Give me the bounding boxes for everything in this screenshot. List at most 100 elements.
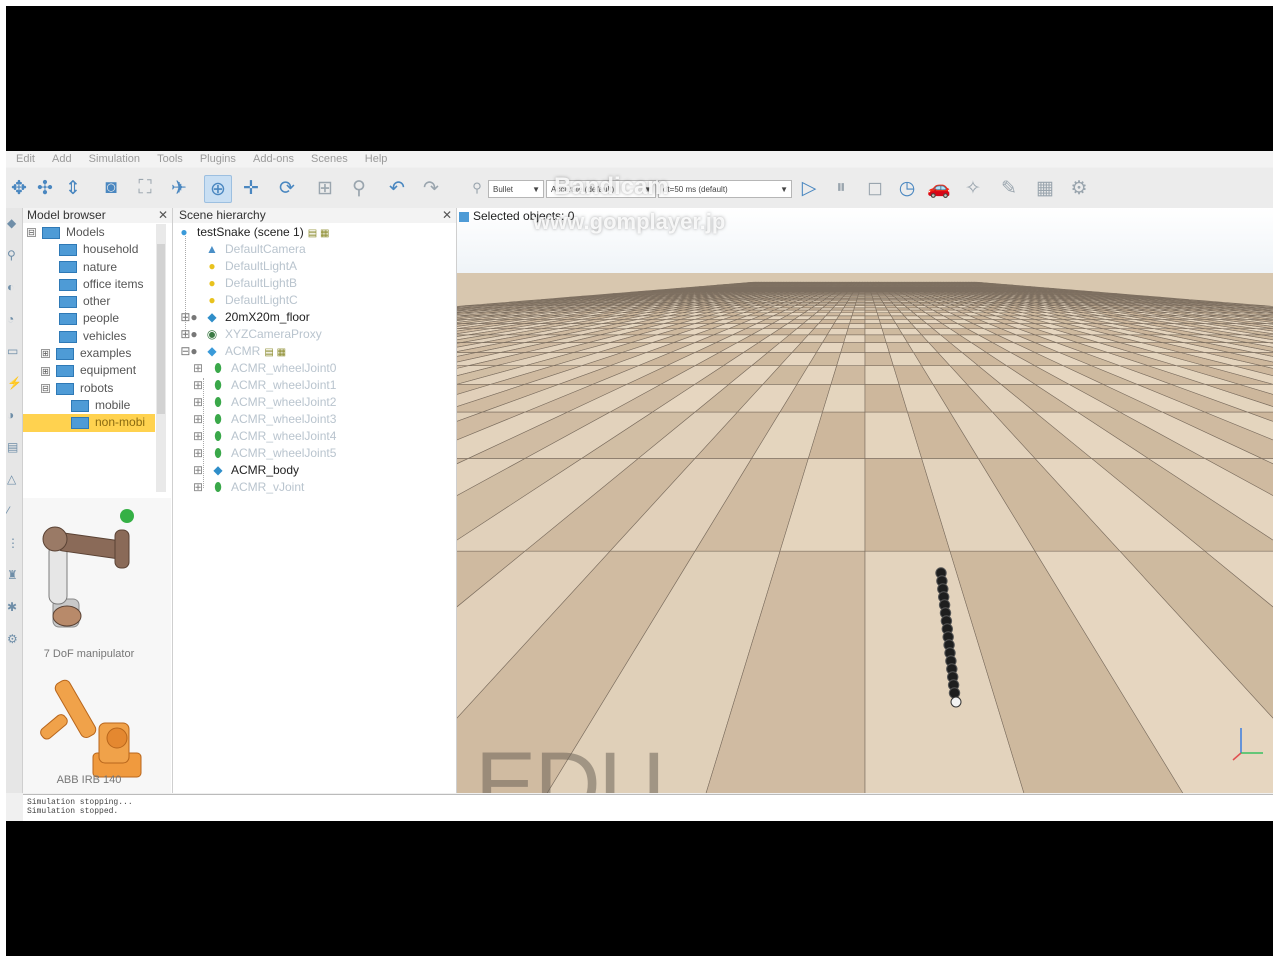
physics-engine-select[interactable]: Bullet ▼ xyxy=(488,180,544,198)
camera-shift-icon[interactable]: ⇕ xyxy=(60,175,86,201)
scene-node-joint[interactable]: ⊞ ⬮ ACMR_wheelJoint3 xyxy=(191,411,336,428)
scene-node-root[interactable]: ● testSnake (scene 1) ▤ ▦ xyxy=(177,224,329,241)
camera-fly-icon[interactable]: ✈ xyxy=(166,175,192,201)
scrollbar-thumb[interactable] xyxy=(157,244,165,414)
menu-item-simulation[interactable]: Simulation xyxy=(89,151,140,167)
assembly-icon[interactable]: ⊞ xyxy=(312,175,338,201)
expand-icon[interactable]: ⊞● xyxy=(179,326,199,343)
tree-item-people[interactable]: people xyxy=(23,310,155,327)
strip-icon[interactable]: ◑ xyxy=(7,408,14,422)
object-select-icon[interactable]: ⊕ xyxy=(204,175,232,203)
strip-icon[interactable]: ⚡ xyxy=(7,376,22,390)
expand-icon[interactable]: ⊞ xyxy=(191,428,205,445)
scene-node-joint[interactable]: ⊞ ⬮ ACMR_wheelJoint5 xyxy=(191,445,336,462)
start-simulation-icon[interactable]: ▷ xyxy=(796,175,822,201)
object-rotate-icon[interactable]: ⟳ xyxy=(274,175,300,201)
script-icon[interactable]: ▤ ▦ xyxy=(264,344,286,361)
tree-item-robots[interactable]: ⊟ robots xyxy=(23,380,155,397)
camera-rotate-icon[interactable]: ✣ xyxy=(32,175,58,201)
model-icon: ◆ xyxy=(207,344,217,358)
fit-to-view-icon[interactable]: ⛶ xyxy=(132,175,158,201)
close-icon[interactable]: ✕ xyxy=(442,208,452,223)
expand-icon[interactable]: ⊞ xyxy=(191,445,205,462)
pause-simulation-icon[interactable]: ⏸ xyxy=(828,175,854,201)
scene-node-light-c[interactable]: ● DefaultLightC xyxy=(205,292,297,309)
tree-item-nature[interactable]: nature xyxy=(23,259,155,276)
strip-icon[interactable]: ♜ xyxy=(7,568,18,582)
transfer-dna-icon[interactable]: ⚲ xyxy=(346,175,372,201)
undo-icon[interactable]: ↶ xyxy=(384,175,410,201)
speed-up-icon[interactable]: ✎ xyxy=(996,175,1022,201)
scene-node-camera-proxy[interactable]: ⊞● ◉ XYZCameraProxy xyxy=(179,326,321,343)
object-shift-icon[interactable]: ✛ xyxy=(238,175,264,201)
tree-item-models[interactable]: ⊟ Models xyxy=(23,224,155,241)
menu-item-tools[interactable]: Tools xyxy=(157,151,183,167)
expand-icon[interactable]: ⊞ xyxy=(191,394,205,411)
tree-item-equipment[interactable]: ⊞ equipment xyxy=(23,362,155,379)
toggle-visualization-icon[interactable]: ⚙ xyxy=(1066,175,1092,201)
strip-icon[interactable]: ▭ xyxy=(7,344,18,358)
scene-render[interactable] xyxy=(457,208,1273,793)
tree-item-non-mobile[interactable]: non-mobi xyxy=(23,414,155,432)
scene-node-joint[interactable]: ⊞ ⬮ ACMR_wheelJoint0 xyxy=(191,360,336,377)
redo-icon[interactable]: ↷ xyxy=(418,175,444,201)
realtime-icon[interactable]: ◷ xyxy=(894,175,920,201)
strip-icon[interactable]: ⋮ xyxy=(7,536,19,550)
scene-node-joint[interactable]: ⊞ ⬮ ACMR_wheelJoint1 xyxy=(191,377,336,394)
scene-node-camera[interactable]: ▲ DefaultCamera xyxy=(205,241,306,258)
shape-icon: ◆ xyxy=(213,463,223,477)
strip-icon[interactable]: ⚲ xyxy=(7,248,16,262)
stop-simulation-icon[interactable]: ◻ xyxy=(862,175,888,201)
strip-icon[interactable]: △ xyxy=(7,472,16,486)
scene-node-joint[interactable]: ⊞ ⬮ ACMR_wheelJoint4 xyxy=(191,428,336,445)
strip-icon[interactable]: ▤ xyxy=(7,440,18,454)
strip-icon[interactable]: ⚙ xyxy=(7,632,18,646)
tree-scrollbar[interactable] xyxy=(156,224,166,492)
camera-angle-icon[interactable]: ◙ xyxy=(98,175,124,201)
expand-icon[interactable]: ⊞ xyxy=(191,479,205,496)
menu-item-edit[interactable]: Edit xyxy=(16,151,35,167)
tree-item-household[interactable]: household xyxy=(23,241,155,258)
strip-icon[interactable]: ◔ xyxy=(7,312,14,326)
strip-icon[interactable]: ✱ xyxy=(7,600,17,614)
scene-node-light-a[interactable]: ● DefaultLightA xyxy=(205,258,297,275)
thread-rendering-icon[interactable]: ▦ xyxy=(1032,175,1058,201)
scene-node-vjoint[interactable]: ⊞ ⬮ ACMR_vJoint xyxy=(191,479,304,496)
status-console[interactable]: Simulation stopping... Simulation stoppe… xyxy=(23,794,1273,821)
tree-item-examples[interactable]: ⊞ examples xyxy=(23,345,155,362)
camera-pan-icon[interactable]: ✥ xyxy=(6,175,32,201)
edu-watermark: EDU xyxy=(475,734,665,793)
strip-icon[interactable]: ◐ xyxy=(7,280,14,294)
scene-node-joint[interactable]: ⊞ ⬮ ACMR_wheelJoint2 xyxy=(191,394,336,411)
scene-viewport[interactable]: Selected objects: 0 www.gomplayer.jp EDU xyxy=(457,208,1273,793)
robot-arm-thumbnail[interactable] xyxy=(31,504,151,639)
slow-down-icon[interactable]: ✧ xyxy=(960,175,986,201)
expand-icon[interactable]: ⊞ xyxy=(191,411,205,428)
expand-icon[interactable]: ⊞ xyxy=(191,360,205,377)
close-icon[interactable]: ✕ xyxy=(158,208,168,223)
menu-item-addons[interactable]: Add-ons xyxy=(253,151,294,167)
script-icon[interactable]: ▤ ▦ xyxy=(308,225,330,242)
expand-icon[interactable]: ⊞ xyxy=(191,377,205,394)
scene-node-floor[interactable]: ⊞● ◆ 20mX20m_floor xyxy=(179,309,309,326)
menu-item-add[interactable]: Add xyxy=(52,151,72,167)
strip-icon[interactable]: ◆ xyxy=(7,216,16,230)
strip-icon[interactable]: ⁄ xyxy=(7,504,9,518)
expand-icon[interactable]: ⊞● xyxy=(179,309,199,326)
menu-item-help[interactable]: Help xyxy=(365,151,388,167)
scene-node-light-b[interactable]: ● DefaultLightB xyxy=(205,275,297,292)
timestep-select[interactable]: dt=50 ms (default) ▼ xyxy=(658,180,792,198)
menu-item-plugins[interactable]: Plugins xyxy=(200,151,236,167)
vehicle-icon[interactable]: 🚗 xyxy=(926,175,952,201)
expand-icon[interactable]: ⊟● xyxy=(179,343,199,360)
tree-item-mobile[interactable]: mobile xyxy=(23,397,155,414)
tree-item-office-items[interactable]: office items xyxy=(23,276,155,293)
menu-item-scenes[interactable]: Scenes xyxy=(311,151,348,167)
scene-node-acmr[interactable]: ⊟● ◆ ACMR ▤ ▦ xyxy=(179,343,286,360)
expand-icon[interactable]: ⊞ xyxy=(191,462,205,479)
joint-icon: ⬮ xyxy=(214,446,222,460)
video-frame: Edit Add Simulation Tools Plugins Add-on… xyxy=(6,6,1273,956)
tree-item-other[interactable]: other xyxy=(23,293,155,310)
tree-item-vehicles[interactable]: vehicles xyxy=(23,328,155,345)
scene-node-body[interactable]: ⊞ ◆ ACMR_body xyxy=(191,462,299,479)
